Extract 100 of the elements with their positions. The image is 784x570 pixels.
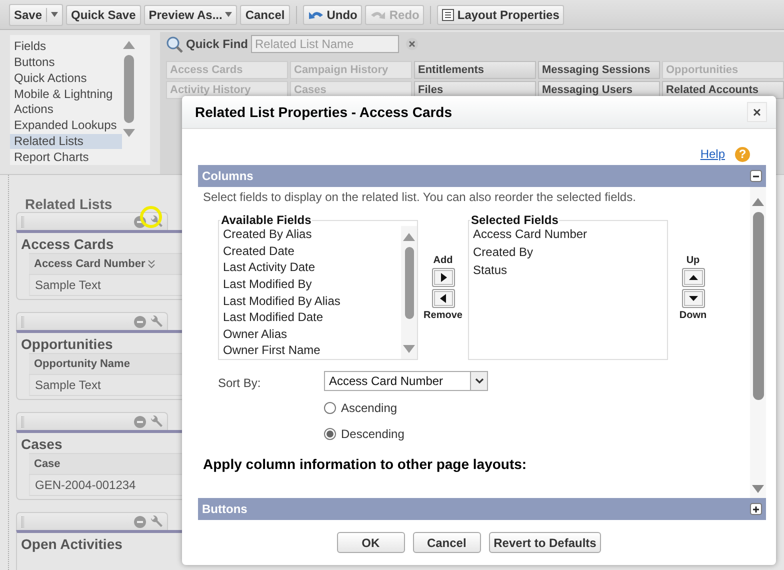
scrollbar-track[interactable] [750,187,766,498]
triangle-icon [438,273,448,282]
button-label: Add [433,255,453,266]
toolbar-button[interactable]: Cancel [240,4,290,24]
arrow-up-icon[interactable] [752,198,764,206]
arrow-down-icon[interactable] [403,345,415,353]
quick-find-label: Quick Find [186,37,248,51]
scrollbar-track[interactable] [401,226,417,359]
palette-item[interactable]: Entitlements [414,61,536,79]
category-item[interactable]: Quick Actions [10,71,122,86]
category-item[interactable]: Expanded Lookups [10,118,122,133]
save-split-button[interactable]: Save [9,4,64,26]
radio-label: Descending [341,426,404,440]
field-listbox[interactable]: Available Fields Created By Alias Created Date Last Activity Date Last Modified By Last Modified By Alias Last Modified Date Owner Alias Owner First Name [218,215,418,360]
list-option[interactable]: Last Modified Date [219,309,401,326]
arrow-down-icon[interactable] [123,129,135,137]
drag-handle-icon[interactable] [21,316,24,328]
related-list-header[interactable] [16,312,168,330]
list-option[interactable]: Created By Alias [219,226,401,243]
caret-down-icon [51,12,58,17]
category-item[interactable]: Related Lists [10,134,122,149]
listbox-label: Available Fields [220,215,312,226]
wrench-icon[interactable] [150,415,163,428]
list-option[interactable]: Owner Alias [219,326,401,342]
related-list-title: Open Activities [21,535,124,553]
list-option[interactable]: Access Card Number [469,226,667,244]
radio-button[interactable] [324,402,336,414]
wrench-icon[interactable] [150,315,163,328]
move-down-button[interactable] [682,289,704,308]
remove-icon[interactable] [134,216,146,228]
list-option[interactable]: Last Activity Date [219,259,401,276]
scroll-thumb[interactable] [404,247,414,319]
menu-button[interactable]: Preview As... [144,4,238,24]
category-item[interactable]: Buttons [10,55,122,70]
related-list-header[interactable] [16,512,168,530]
list-option[interactable]: Status [469,262,667,280]
wrench-icon[interactable] [150,215,163,228]
drag-handle-icon[interactable] [21,516,24,528]
related-list-header[interactable] [16,212,168,230]
remove-icon[interactable] [134,416,146,428]
cancel-button[interactable]: Cancel [412,532,481,553]
description-text: Select fields to display on the related list. You can also reorder the selected fields. [203,190,637,204]
column-label: Case [34,458,60,470]
revert-button[interactable]: Revert to Defaults [488,532,602,553]
scroll-thumb[interactable] [752,212,764,400]
palette-item[interactable]: Messaging Sessions [538,61,660,79]
remove-icon[interactable] [134,516,146,528]
help-link[interactable]: Help [700,147,725,161]
undo-button[interactable]: Undo [302,4,362,24]
button-label: Remove [424,310,462,321]
column-label: Access Card Number [34,258,146,270]
category-item[interactable]: Report Charts [10,150,122,165]
drag-handle-icon[interactable] [21,216,24,228]
move-up-button[interactable] [682,268,704,287]
dialog-title: Related List Properties - Access Cards [195,104,454,120]
layout-properties-button[interactable]: Layout Properties [437,4,564,24]
related-list-title: Cases [21,435,64,453]
list-option[interactable]: Created By [469,244,667,262]
category-item[interactable]: Mobile & Lightning Actions [10,87,122,117]
column-label: Opportunity Name [34,358,130,370]
button-label: Up [686,255,700,266]
list-option[interactable]: Last Modified By Alias [219,292,401,310]
wrench-icon[interactable] [150,515,163,528]
save-button[interactable]: Save [10,6,46,24]
sort-by-label: Sort By: [218,375,262,391]
list-option[interactable]: Owner First Name [219,342,401,359]
radio-button[interactable] [324,428,336,440]
quick-find-field[interactable]: Related List Name [251,35,400,53]
close-button[interactable]: × [747,102,767,122]
category-item[interactable]: Fields [10,39,122,54]
caret-down-icon [225,12,232,17]
related-list-header[interactable] [16,412,168,430]
related-list-title: Opportunities [21,335,114,353]
field-listbox[interactable]: Selected Fields Access Card Number Created By Status [468,215,668,360]
list-option[interactable]: Created Date [219,242,401,260]
button-label: Down [679,310,707,321]
section-title: Related Lists [25,196,112,212]
arrow-up-icon[interactable] [403,233,415,241]
expand-icon[interactable] [750,503,762,515]
toolbar-button[interactable]: Quick Save [66,4,141,24]
remove-icon[interactable] [134,316,146,328]
scroll-thumb[interactable] [124,55,134,123]
listbox-label: Selected Fields [470,215,560,226]
triangle-icon [688,294,698,303]
chevron-down-icon [474,378,484,384]
ok-button[interactable]: OK [336,532,405,553]
arrow-down-icon[interactable] [752,485,764,493]
clear-icon[interactable] [406,38,418,50]
remove-button[interactable] [432,289,454,308]
arrow-up-icon[interactable] [123,41,135,49]
triangle-icon [688,273,698,282]
search-icon [166,36,183,52]
related-list-title: Access Cards [21,235,115,253]
document-icon [442,8,454,20]
drag-handle-icon[interactable] [21,416,24,428]
collapse-icon[interactable] [750,170,762,182]
triangle-icon [438,294,448,303]
sort-by-dropdown[interactable]: Access Card Number [324,371,488,391]
add-button[interactable] [432,268,454,287]
list-option[interactable]: Last Modified By [219,276,401,292]
